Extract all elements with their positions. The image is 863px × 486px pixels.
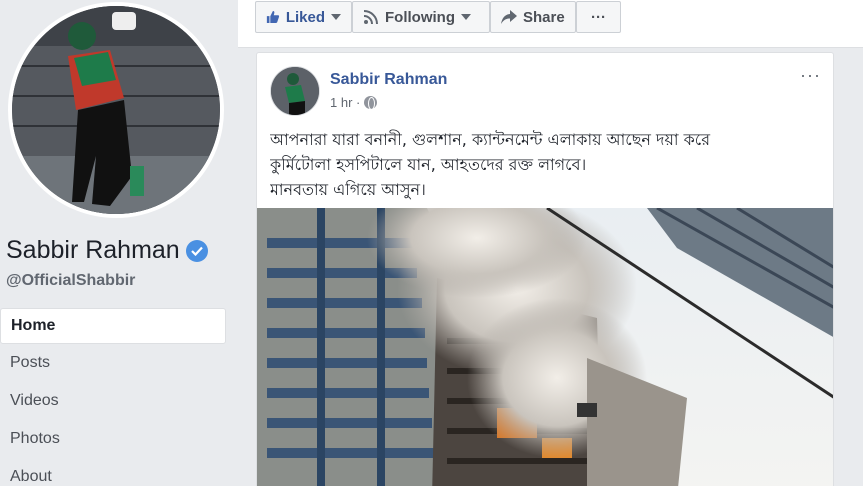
left-column: Sabbir Rahman @OfficialShabbir Home Post… (0, 0, 238, 486)
post-author-name[interactable]: Sabbir Rahman (330, 71, 447, 89)
nav-item-about[interactable]: About (0, 458, 226, 486)
profile-name-text: Sabbir Rahman (6, 236, 180, 264)
profile-photo-image (12, 6, 220, 214)
avatar-image (271, 67, 319, 115)
share-label: Share (523, 8, 565, 26)
page-action-bar: Liked Following Share ··· (238, 0, 863, 48)
post-options-button[interactable]: ··· (800, 65, 821, 86)
post-timestamp[interactable]: 1 hr · (330, 95, 360, 110)
post-meta: 1 hr · (330, 95, 378, 110)
nav-item-photos[interactable]: Photos (0, 420, 226, 458)
share-arrow-icon (501, 10, 517, 24)
post-text-line: কুর্মিটোলা হসপিটালে যান, আহতদের রক্ত লাগ… (270, 155, 587, 174)
verified-badge-icon (185, 239, 208, 262)
rss-icon (363, 10, 378, 25)
liked-label: Liked (285, 8, 325, 26)
post-photo[interactable] (257, 208, 833, 486)
profile-name[interactable]: Sabbir Rahman (6, 236, 208, 265)
building-fire-photo (257, 208, 833, 486)
nav-item-videos[interactable]: Videos (0, 382, 226, 420)
more-options-button[interactable]: ··· (576, 1, 621, 33)
profile-picture[interactable] (8, 2, 224, 218)
post-card: Sabbir Rahman 1 hr · ··· আপনারা যারা বনা… (256, 52, 834, 486)
post-text: আপনারা যারা বনানী, গুলশান, ক্যান্টনমেন্ট… (270, 127, 822, 202)
globe-icon[interactable] (364, 96, 378, 110)
thumbs-up-icon (266, 10, 280, 24)
liked-button[interactable]: Liked (255, 1, 352, 33)
nav-item-posts[interactable]: Posts (0, 344, 226, 382)
post-text-line: মানবতায় এগিয়ে আসুন। (270, 180, 426, 199)
chevron-down-icon (331, 14, 341, 20)
nav-item-home[interactable]: Home (0, 308, 226, 344)
share-button[interactable]: Share (490, 1, 576, 33)
following-button[interactable]: Following (352, 1, 490, 33)
profile-handle[interactable]: @OfficialShabbir (6, 272, 135, 290)
following-label: Following (385, 8, 455, 26)
post-text-line: আপনারা যারা বনানী, গুলশান, ক্যান্টনমেন্ট… (270, 130, 711, 149)
post-author-avatar[interactable] (270, 66, 320, 116)
chevron-down-icon (460, 14, 471, 20)
page-nav: Home Posts Videos Photos About (0, 308, 226, 486)
more-icon: ··· (591, 8, 606, 26)
